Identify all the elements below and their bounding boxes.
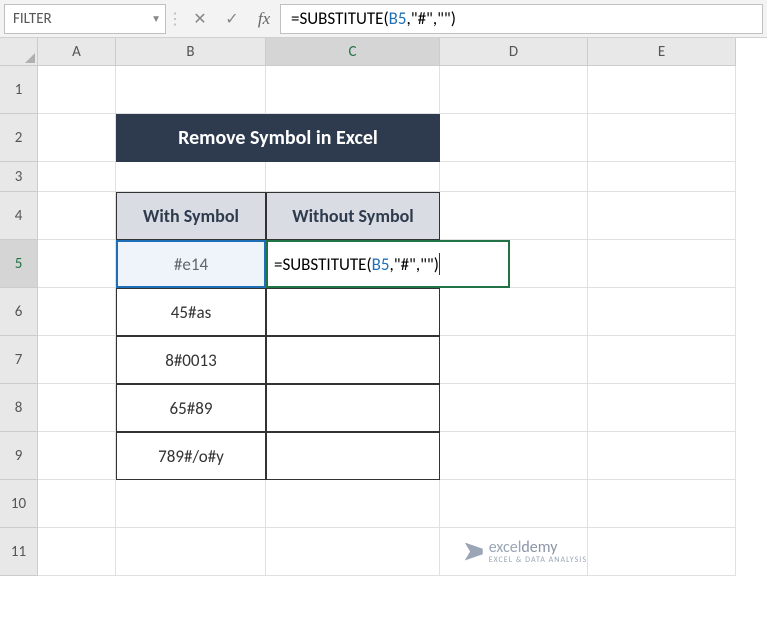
cell[interactable] [440,384,588,432]
cell[interactable] [38,240,116,288]
cell[interactable] [440,480,588,528]
row-header-2[interactable]: 2 [0,114,38,162]
cell[interactable] [116,66,266,114]
col-header-c[interactable]: C [266,38,440,66]
name-box-dropdown-icon[interactable]: ▼ [151,12,161,25]
formula-text-prefix: =SUBSTITUTE( [291,8,389,29]
cell-b8[interactable]: 65#89 [116,384,266,432]
divider: ⋮ [166,4,184,34]
cell[interactable] [588,192,736,240]
cell[interactable] [440,192,588,240]
cell[interactable] [440,336,588,384]
cell[interactable] [440,114,588,162]
cells-area: Remove Symbol in Excel =SUBSTITUTE(B5,"#… [38,66,767,576]
editing-suffix: ,"#","") [390,254,439,275]
row-header-4[interactable]: 4 [0,192,38,240]
cell[interactable] [588,432,736,480]
cell[interactable] [38,192,116,240]
formula-input[interactable]: =SUBSTITUTE(B5,"#","") [280,4,763,34]
cell[interactable] [38,528,116,576]
page-title: Remove Symbol in Excel [116,114,440,162]
col-header-e[interactable]: E [588,38,736,66]
cell[interactable] [38,114,116,162]
text-cursor [439,253,440,275]
cell[interactable] [38,162,116,192]
cancel-icon[interactable]: ✕ [184,4,216,34]
cell[interactable] [116,480,266,528]
cell[interactable] [440,288,588,336]
cell[interactable] [116,162,266,192]
cell-b6[interactable]: 45#as [116,288,266,336]
row-header-10[interactable]: 10 [0,480,38,528]
cell[interactable] [38,66,116,114]
cell-b9[interactable]: 789#/o#y [116,432,266,480]
row-header-6[interactable]: 6 [0,288,38,336]
row-header-11[interactable]: 11 [0,528,38,576]
cell-b7[interactable]: 8#0013 [116,336,266,384]
row-header-1[interactable]: 1 [0,66,38,114]
col-header-d[interactable]: D [440,38,588,66]
brand-tagline: EXCEL & DATA ANALYSIS [489,555,587,565]
cell[interactable] [588,288,736,336]
cell[interactable] [588,336,736,384]
table-header-with-symbol[interactable]: With Symbol [116,192,266,240]
formula-text-suffix: ,"#","") [407,8,456,29]
cell[interactable] [440,162,588,192]
cell-c6[interactable] [266,288,440,336]
spreadsheet-grid: A B C D E 1 2 3 4 5 6 7 8 9 10 11 Remove… [0,38,767,576]
cell[interactable] [38,384,116,432]
cell[interactable] [266,480,440,528]
enter-icon[interactable]: ✓ [216,4,248,34]
cell[interactable] [588,240,736,288]
table-header-without-symbol[interactable]: Without Symbol [266,192,440,240]
cell-c7[interactable] [266,336,440,384]
name-box-value: FILTER [13,10,52,28]
column-headers: A B C D E [38,38,767,66]
active-editing-cell[interactable]: =SUBSTITUTE(B5,"#","") [266,240,510,288]
row-header-9[interactable]: 9 [0,432,38,480]
cell[interactable] [38,480,116,528]
row-header-3[interactable]: 3 [0,162,38,192]
cell[interactable] [266,66,440,114]
cell[interactable] [588,528,736,576]
cell[interactable] [588,384,736,432]
row-header-8[interactable]: 8 [0,384,38,432]
cell[interactable] [588,66,736,114]
cell[interactable] [266,528,440,576]
cell[interactable] [440,432,588,480]
cell[interactable] [440,66,588,114]
cell[interactable] [266,162,440,192]
cell-c8[interactable] [266,384,440,432]
cell-c9[interactable] [266,432,440,480]
fx-icon[interactable]: fx [248,4,280,34]
editing-prefix: =SUBSTITUTE( [274,254,372,275]
formula-cell-ref: B5 [389,8,407,29]
editing-ref: B5 [372,254,390,275]
logo-icon [465,543,483,561]
cell[interactable] [588,480,736,528]
watermark: exceldemy EXCEL & DATA ANALYSIS [465,538,587,565]
row-headers: 1 2 3 4 5 6 7 8 9 10 11 [0,66,38,576]
cell[interactable] [38,288,116,336]
col-header-a[interactable]: A [38,38,116,66]
cell[interactable] [588,114,736,162]
name-box[interactable]: FILTER ▼ [4,4,166,34]
row-header-5[interactable]: 5 [0,240,38,288]
cell-b5[interactable]: #e14 [116,240,266,288]
cell[interactable] [588,162,736,192]
cell[interactable] [116,528,266,576]
row-header-7[interactable]: 7 [0,336,38,384]
col-header-b[interactable]: B [116,38,266,66]
formula-bar: FILTER ▼ ⋮ ✕ ✓ fx =SUBSTITUTE(B5,"#","") [0,0,767,38]
cell[interactable] [38,432,116,480]
select-all-button[interactable] [0,38,38,66]
cell[interactable] [38,336,116,384]
